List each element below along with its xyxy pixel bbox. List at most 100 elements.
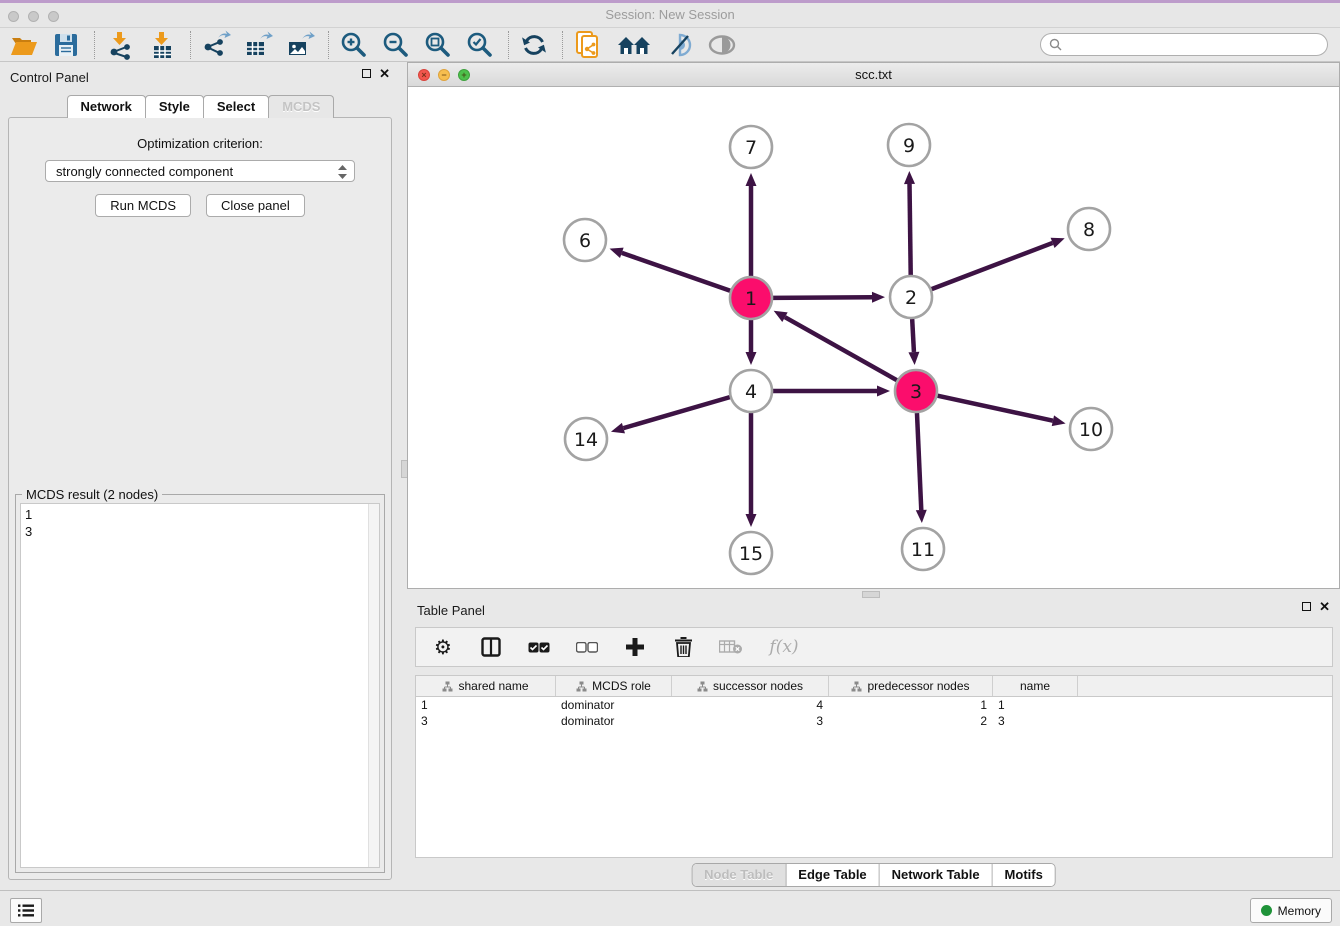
export-network-icon[interactable] — [200, 30, 232, 60]
column-header-predecessor-nodes[interactable]: predecessor nodes — [829, 676, 993, 696]
result-scrollbar[interactable] — [368, 504, 379, 867]
svg-text:4: 4 — [745, 381, 757, 403]
tab-node-table[interactable]: Node Table — [692, 864, 786, 886]
import-network-icon[interactable] — [104, 30, 136, 60]
hide-details-icon[interactable] — [664, 30, 696, 60]
save-session-icon[interactable] — [50, 30, 82, 60]
mcds-result-text[interactable]: 1 3 — [25, 506, 365, 865]
edge-1-6[interactable] — [610, 248, 731, 291]
svg-text:2: 2 — [905, 287, 917, 309]
optimization-criterion-select[interactable]: strongly connected component — [45, 160, 355, 182]
edge-3-1[interactable] — [774, 311, 897, 380]
cell-shared-name[interactable]: 3 — [416, 713, 556, 729]
node-7[interactable]: 7 — [730, 126, 772, 168]
tab-edge-table[interactable]: Edge Table — [786, 864, 879, 886]
cell-successor-nodes[interactable]: 4 — [672, 697, 829, 713]
delete-column-icon[interactable] — [670, 634, 696, 660]
mcds-result-area[interactable]: 1 3 — [20, 503, 380, 868]
cell-name[interactable]: 3 — [993, 713, 1078, 729]
settings-icon[interactable]: ⚙ — [430, 634, 456, 660]
node-11[interactable]: 11 — [902, 528, 944, 570]
float-panel-icon[interactable] — [362, 69, 371, 78]
node-1[interactable]: 1 — [730, 277, 772, 319]
run-mcds-button[interactable]: Run MCDS — [95, 194, 191, 217]
edge-3-10[interactable] — [937, 396, 1065, 426]
vertical-split-divider[interactable] — [400, 62, 407, 890]
tab-motifs[interactable]: Motifs — [993, 864, 1055, 886]
search-field[interactable] — [1040, 33, 1328, 56]
network-view-window: × − + scc.txt 1 2 3 4 6 7 8 9 10 11 14 15 — [407, 62, 1340, 589]
column-view-icon[interactable] — [478, 634, 504, 660]
zoom-in-icon[interactable] — [338, 30, 370, 60]
tab-style[interactable]: Style — [145, 95, 204, 118]
network-graph[interactable]: 1 2 3 4 6 7 8 9 10 11 14 15 — [408, 87, 1339, 588]
cell-name[interactable]: 1 — [993, 697, 1078, 713]
import-table-icon[interactable] — [146, 30, 178, 60]
edge-1-4[interactable] — [746, 320, 757, 365]
tab-mcds[interactable]: MCDS — [268, 95, 334, 118]
close-panel-button[interactable]: Close panel — [206, 194, 305, 217]
search-input[interactable] — [1067, 37, 1327, 53]
node-6[interactable]: 6 — [564, 219, 606, 261]
close-panel-icon[interactable]: ✕ — [379, 69, 390, 78]
export-image-icon[interactable] — [284, 30, 316, 60]
tab-network-table[interactable]: Network Table — [880, 864, 993, 886]
node-table[interactable]: shared name MCDS role successor nodesprede… — [415, 675, 1333, 858]
table-row[interactable]: 3dominator323 — [416, 713, 1332, 729]
tab-network[interactable]: Network — [67, 95, 146, 118]
window-title: Session: New Session — [0, 7, 1340, 22]
float-panel-icon[interactable] — [1302, 602, 1311, 611]
column-header-successor-nodes[interactable]: successor nodes — [672, 676, 829, 696]
first-neighbors-icon[interactable] — [614, 30, 654, 60]
select-all-icon[interactable] — [526, 634, 552, 660]
column-label: MCDS role — [592, 679, 651, 693]
column-header-name[interactable]: name — [993, 676, 1078, 696]
column-header-MCDS-role[interactable]: MCDS role — [556, 676, 672, 696]
divider-grip[interactable] — [862, 591, 880, 598]
cell-predecessor-nodes[interactable]: 1 — [829, 697, 993, 713]
cell-predecessor-nodes[interactable]: 2 — [829, 713, 993, 729]
deselect-all-icon[interactable] — [574, 634, 600, 660]
close-panel-icon[interactable]: ✕ — [1319, 602, 1330, 611]
edge-3-11[interactable] — [916, 413, 927, 523]
node-14[interactable]: 14 — [565, 418, 607, 460]
edge-1-2[interactable] — [773, 292, 885, 303]
cell-shared-name[interactable]: 1 — [416, 697, 556, 713]
add-column-icon[interactable] — [622, 634, 648, 660]
edge-2-9[interactable] — [904, 171, 915, 275]
edge-4-3[interactable] — [773, 386, 890, 397]
node-15[interactable]: 15 — [730, 532, 772, 574]
edge-1-7[interactable] — [746, 173, 757, 276]
node-2[interactable]: 2 — [890, 276, 932, 318]
open-session-icon[interactable] — [8, 30, 40, 60]
memory-button[interactable]: Memory — [1250, 898, 1332, 923]
horizontal-split-divider[interactable] — [407, 589, 1340, 599]
edge-4-14[interactable] — [611, 397, 730, 433]
cell-successor-nodes[interactable]: 3 — [672, 713, 829, 729]
edge-2-8[interactable] — [932, 238, 1065, 289]
edge-4-15[interactable] — [746, 413, 757, 527]
clone-network-icon[interactable] — [572, 30, 604, 60]
node-8[interactable]: 8 — [1068, 208, 1110, 250]
mcds-tab-content: Optimization criterion: strongly connect… — [8, 117, 392, 880]
table-row[interactable]: 1dominator411 — [416, 697, 1332, 713]
zoom-out-icon[interactable] — [380, 30, 412, 60]
export-table-icon[interactable] — [242, 30, 274, 60]
node-4[interactable]: 4 — [730, 370, 772, 412]
table-header-row: shared name MCDS role successor nodesprede… — [416, 676, 1332, 697]
node-3[interactable]: 3 — [895, 370, 937, 412]
refresh-layout-icon[interactable] — [518, 30, 550, 60]
edge-2-3[interactable] — [908, 319, 919, 365]
tab-select[interactable]: Select — [203, 95, 269, 118]
column-header-shared-name[interactable]: shared name — [416, 676, 556, 696]
node-9[interactable]: 9 — [888, 124, 930, 166]
network-window-titlebar[interactable]: × − + scc.txt — [408, 63, 1339, 87]
zoom-selected-icon[interactable] — [464, 30, 496, 60]
zoom-fit-icon[interactable] — [422, 30, 454, 60]
cell-MCDS-role[interactable]: dominator — [556, 713, 672, 729]
cell-MCDS-role[interactable]: dominator — [556, 697, 672, 713]
task-history-button[interactable] — [10, 898, 42, 923]
node-10[interactable]: 10 — [1070, 408, 1112, 450]
svg-text:11: 11 — [911, 539, 935, 561]
network-canvas[interactable]: 1 2 3 4 6 7 8 9 10 11 14 15 — [408, 87, 1339, 588]
